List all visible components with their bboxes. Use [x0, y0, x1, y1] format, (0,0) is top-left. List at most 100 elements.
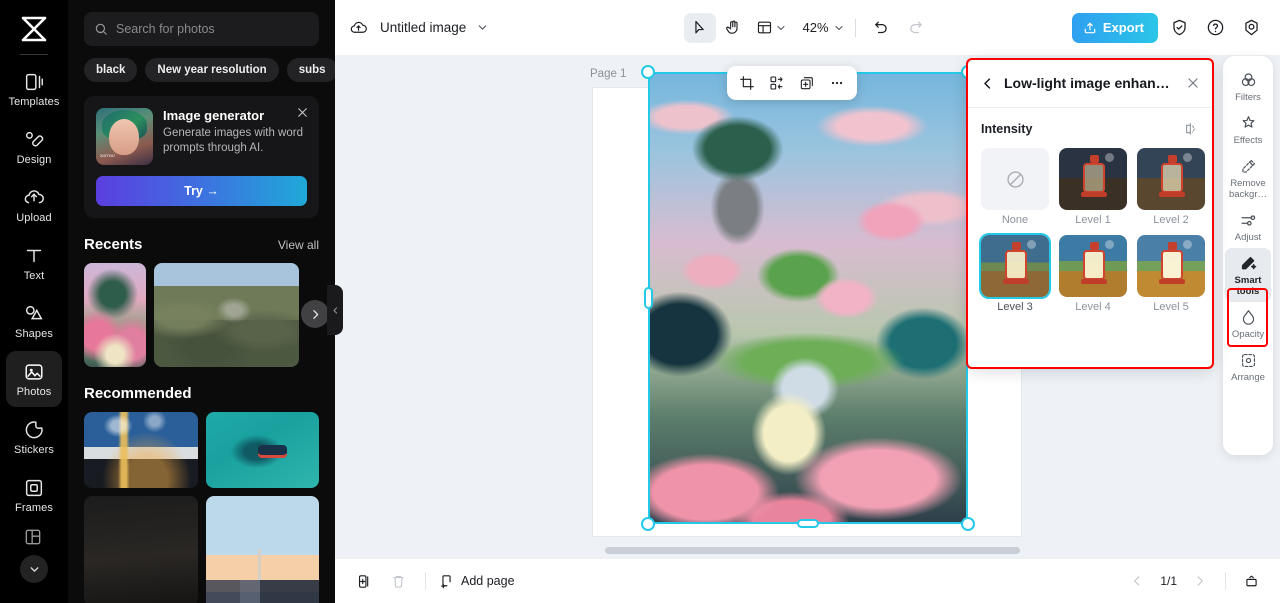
recents-carousel: [68, 263, 335, 367]
intensity-option-none[interactable]: None: [981, 148, 1049, 226]
horizontal-scrollbar[interactable]: [605, 547, 1020, 554]
recommended-column-left: [84, 412, 198, 603]
option-thumbnail: [1059, 235, 1127, 297]
intensity-option-level-5[interactable]: Level 5: [1137, 235, 1205, 313]
compare-before-after-icon[interactable]: [1183, 121, 1199, 137]
tool-smart-tools[interactable]: Smart tools: [1225, 248, 1271, 302]
chevron-down-icon[interactable]: [476, 21, 489, 34]
sidebar-item-photos[interactable]: Photos: [6, 351, 62, 407]
selection-handle-top-left[interactable]: [641, 65, 655, 79]
settings-gear-icon[interactable]: [1236, 13, 1266, 43]
chevron-down-icon: [774, 22, 786, 34]
photo-thumb-boat[interactable]: [205, 412, 319, 488]
chevron-right-icon[interactable]: [301, 300, 329, 328]
search-box[interactable]: [84, 12, 319, 46]
moon-art: [1105, 153, 1114, 162]
document-title[interactable]: Untitled image: [380, 20, 466, 35]
page-indicator: 1/1: [1160, 574, 1177, 588]
sidebar-item-text[interactable]: Text: [6, 235, 62, 291]
page-manager-button[interactable]: [1236, 567, 1266, 595]
delete-page-button[interactable]: [383, 567, 413, 595]
help-circle-icon[interactable]: [1200, 13, 1230, 43]
intensity-option-level-3[interactable]: Level 3: [981, 235, 1049, 313]
selection-handle-bottom-left[interactable]: [641, 517, 655, 531]
sidebar-item-templates[interactable]: Templates: [6, 61, 62, 117]
tool-opacity[interactable]: Opacity: [1225, 302, 1271, 345]
chevron-left-icon[interactable]: [980, 76, 995, 91]
close-icon[interactable]: [1186, 76, 1200, 90]
selection-handle-bottom-right[interactable]: [961, 517, 975, 531]
lantern-top-art: [1090, 242, 1099, 250]
search-input[interactable]: [116, 22, 309, 36]
crop-icon: [739, 75, 755, 91]
add-page-label: Add page: [461, 574, 515, 588]
lantern-base-art: [1159, 279, 1185, 284]
sidebar-item-more-partial[interactable]: [6, 525, 62, 551]
lantern-art: [1059, 148, 1127, 210]
sidebar-item-shapes[interactable]: Shapes: [6, 293, 62, 349]
selection-handle-bottom-middle[interactable]: [797, 519, 819, 528]
replace-button[interactable]: [763, 70, 791, 96]
more-options-button[interactable]: [823, 70, 851, 96]
image-floating-toolbar: [727, 66, 857, 100]
hand-tool-button[interactable]: [717, 13, 749, 43]
page-manager-icon: [1243, 573, 1260, 590]
intensity-option-level-4[interactable]: Level 4: [1059, 235, 1127, 313]
sidebar-item-stickers[interactable]: Stickers: [6, 409, 62, 465]
undo-button[interactable]: [866, 13, 898, 43]
tool-remove-background[interactable]: Remove backgr…: [1225, 151, 1271, 205]
next-page-button[interactable]: [1185, 567, 1215, 595]
shield-check-icon[interactable]: [1164, 13, 1194, 43]
selection-handle-left-middle[interactable]: [644, 287, 653, 309]
lantern-top-art: [1168, 155, 1177, 163]
panel-body: Intensity None Level 1 Level 2 Level 3 L…: [967, 108, 1213, 313]
photo-thumb-city[interactable]: [84, 412, 198, 488]
no-effect-icon: [1005, 169, 1026, 190]
tool-effects[interactable]: Effects: [1225, 108, 1271, 151]
add-page-button[interactable]: Add page: [438, 573, 515, 590]
lantern-body-art: [1083, 163, 1105, 193]
photo-thumb-skyline[interactable]: [205, 496, 319, 603]
prev-page-button[interactable]: [1122, 567, 1152, 595]
app-root: Templates Design Upload Text Shapes Phot…: [0, 0, 1280, 603]
recent-thumb-aerial[interactable]: [154, 263, 299, 367]
sidebar-item-frames[interactable]: Frames: [6, 467, 62, 523]
duplicate-page-button[interactable]: [349, 567, 379, 595]
tool-label: Effects: [1233, 135, 1263, 146]
duplicate-button[interactable]: [793, 70, 821, 96]
lantern-art: [1059, 235, 1127, 297]
tool-adjust[interactable]: Adjust: [1225, 205, 1271, 248]
recent-thumb-fantasy[interactable]: [84, 263, 146, 367]
close-icon[interactable]: [296, 106, 309, 119]
redo-button[interactable]: [900, 13, 932, 43]
option-label: Level 4: [1075, 301, 1111, 313]
zoom-control[interactable]: 42%: [800, 20, 844, 35]
tool-filters[interactable]: Filters: [1225, 65, 1271, 108]
canvas-image-fantasy-landscape[interactable]: [648, 72, 968, 524]
tool-arrange[interactable]: Arrange: [1225, 345, 1271, 388]
sidebar-item-design[interactable]: Design: [6, 119, 62, 175]
try-button[interactable]: Try →: [96, 176, 307, 206]
tool-label: Remove backgr…: [1228, 178, 1267, 200]
recents-view-all-link[interactable]: View all: [278, 238, 319, 252]
intensity-option-level-2[interactable]: Level 2: [1137, 148, 1205, 226]
export-button[interactable]: Export: [1071, 12, 1158, 43]
tool-label: Arrange: [1231, 372, 1265, 383]
chip-new-year-resolution[interactable]: New year resolution: [145, 58, 279, 82]
chip-black[interactable]: black: [84, 58, 138, 82]
intensity-options-grid: None Level 1 Level 2 Level 3 Level 4 Lev…: [981, 148, 1205, 313]
chip-subs[interactable]: subs: [286, 58, 335, 82]
crop-button[interactable]: [733, 70, 761, 96]
moon-art: [1183, 240, 1192, 249]
capcut-logo-icon[interactable]: [14, 12, 54, 46]
panel-collapse-handle[interactable]: [327, 285, 343, 335]
lantern-top-art: [1090, 155, 1099, 163]
sidebar-expand-button[interactable]: [20, 555, 48, 583]
photo-thumb-dark-texture[interactable]: [84, 496, 198, 603]
sidebar-item-upload[interactable]: Upload: [6, 177, 62, 233]
intensity-option-level-1[interactable]: Level 1: [1059, 148, 1127, 226]
lantern-body-art: [1161, 163, 1183, 193]
layout-tool-button[interactable]: [751, 13, 790, 43]
select-tool-button[interactable]: [683, 12, 716, 43]
recommended-title: Recommended: [84, 385, 192, 402]
